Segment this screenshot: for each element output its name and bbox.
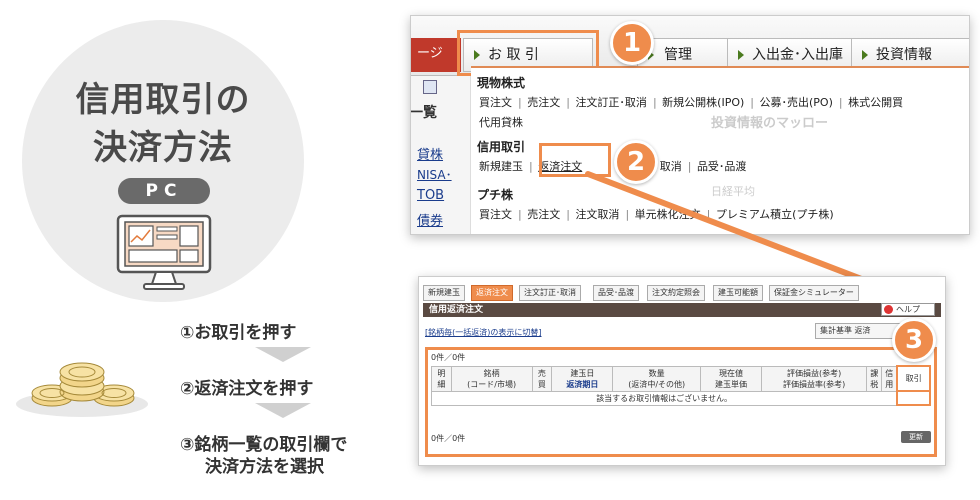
col-tax: 課税 [866, 365, 883, 392]
bg-heading: 投資情報のマッロー [711, 116, 829, 131]
trade-cell[interactable] [896, 390, 931, 406]
section-title: 信用返済注文 [423, 303, 941, 317]
table-header-row: 明細 銘柄 (コード/市場) 売買 建玉日 返済期日 数量 (返済中/その他) 現在値… [431, 365, 931, 392]
menu-lending[interactable]: 代用貸株 [479, 116, 523, 129]
col-trade: 取引 [896, 365, 931, 392]
menu-new-position[interactable]: 新規建玉 [479, 160, 523, 173]
step-marker-3: 3 [892, 318, 936, 362]
col-symbol: 銘柄 (コード/市場) [450, 365, 533, 392]
repay-order-screenshot: 新規建玉 返済注文 注文訂正･取消 品受･品渡 注文約定照会 建玉可能額 保証金… [418, 276, 946, 466]
help-button[interactable]: ヘルプ [881, 303, 935, 316]
col-detail: 明細 [431, 365, 452, 392]
step-1-text: ①お取引を押す [180, 323, 297, 343]
menu-tob[interactable]: 株式公開買 [848, 96, 903, 109]
menu-row: 代用貸株 [479, 114, 525, 130]
tab-simulator[interactable]: 保証金シミュレーター [769, 285, 859, 301]
count-top: 0件／0件 [431, 353, 466, 362]
section-margin: 信用取引 [477, 140, 526, 154]
tab-capacity[interactable]: 建玉可能額 [713, 285, 763, 301]
empty-message: 該当するお取引情報はございません。 [431, 390, 898, 406]
positions-table: 明細 銘柄 (コード/市場) 売買 建玉日 返済期日 数量 (返済中/その他) 現在値… [431, 365, 931, 406]
tab-edit-cancel[interactable]: 注文訂正･取消 [519, 285, 581, 301]
help-icon [884, 305, 893, 314]
menu-sell[interactable]: 売注文 [527, 208, 560, 221]
col-quantity: 数量 (返済中/その他) [612, 365, 701, 392]
tab-repay-order[interactable]: 返済注文 [471, 285, 513, 301]
title-line-1: 信用取引の [75, 80, 251, 120]
switch-view-link[interactable]: [銘柄毎(一括返済)の表示に切替] [425, 327, 541, 338]
menu-row: 買注文 | 売注文 | 注文訂正･取消 | 新規公開株(IPO) | 公募･売出(PO)… [479, 96, 904, 109]
side-link[interactable]: 債券 [417, 210, 443, 229]
down-arrow-icon [255, 347, 311, 362]
pc-badge: PC [118, 178, 210, 204]
step-marker-1: 1 [610, 21, 654, 65]
col-pnl: 評価損益(参考) 評価損益率(参考) [761, 365, 868, 392]
tab-new-position[interactable]: 新規建玉 [423, 285, 465, 301]
menu-po[interactable]: 公募･売出(PO) [760, 96, 833, 109]
side-link[interactable]: NISA･ [417, 166, 452, 183]
menu-buy[interactable]: 買注文 [479, 96, 512, 109]
calendar-icon [423, 80, 437, 94]
col-credit: 信用 [881, 365, 898, 392]
down-arrow-icon [255, 403, 311, 418]
title-line-2: 決済方法 [93, 128, 233, 168]
section-cash-stock: 現物株式 [477, 76, 526, 90]
count-bottom: 0件／0件 [431, 434, 466, 443]
menu-edit-cancel[interactable]: 注文訂正･取消 [575, 96, 647, 109]
side-link[interactable]: 貸株 [417, 144, 443, 163]
side-strip: 一覧 貸株 NISA･ TOB 債券 [410, 76, 471, 234]
tab-execution[interactable]: 注文約定照会 [647, 285, 705, 301]
col-date: 建玉日 返済期日 [551, 365, 614, 392]
help-label: ヘルプ [896, 305, 920, 314]
menu-ipo[interactable]: 新規公開株(IPO) [662, 96, 744, 109]
menu-sell[interactable]: 売注文 [527, 96, 560, 109]
monitor-icon [112, 212, 216, 296]
step-3-text-cont: 決済方法を選択 [205, 457, 324, 477]
page-title: 信用取引の 決済方法 [22, 76, 304, 172]
menu-buy[interactable]: 買注文 [479, 208, 512, 221]
aggregate-select[interactable]: 集計基準 返済 [815, 323, 901, 339]
tab-partial[interactable]: ージ [411, 38, 461, 72]
col-price: 現在値 建玉単価 [699, 365, 763, 392]
refresh-button[interactable]: 更新 [901, 431, 931, 443]
section-puchi: プチ株 [477, 188, 514, 202]
tab-delivery[interactable]: 品受･品渡 [593, 285, 639, 301]
col-side: 売買 [531, 365, 553, 392]
side-item: 一覧 [410, 105, 437, 121]
side-link[interactable]: TOB [417, 188, 444, 203]
coins-icon [12, 348, 152, 424]
table-row: 該当するお取引情報はございません。 [431, 390, 931, 406]
step-2-text: ②返済注文を押す [180, 379, 314, 399]
